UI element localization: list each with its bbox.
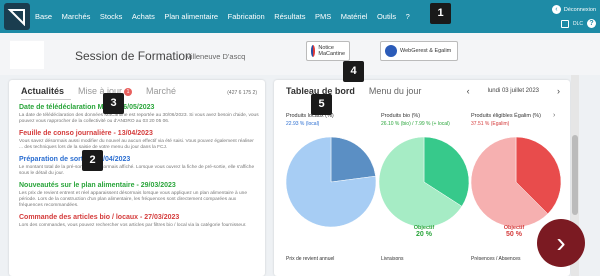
- news-item-text: Vous savez désormais aussi modifier du n…: [19, 139, 254, 150]
- session-header: Session de Formation Villeneuve D'ascq N…: [0, 33, 600, 75]
- chevron-right-icon: ›: [556, 227, 566, 258]
- chart-sub-bio: 26.10 % (bio) / 7.99 % (+ local): [381, 121, 450, 127]
- news-item-title[interactable]: Nouveautés sur le plan alimentaire - 29/…: [19, 182, 259, 189]
- chart-sub-egalim: 37.51 % (Egalim): [471, 121, 510, 127]
- widget-livraisons[interactable]: Livraisons: [381, 256, 404, 262]
- news-item[interactable]: Préparation de sortie - 04/04/2023 Le mo…: [19, 156, 259, 177]
- app-logo[interactable]: [4, 3, 30, 30]
- nav-item-outils[interactable]: Outils: [377, 12, 396, 21]
- logout-label: Déconnexion: [563, 6, 596, 13]
- active-tab-underline: [21, 99, 71, 100]
- webgerest-egalim-button[interactable]: WebGerest & Egalim: [380, 41, 458, 61]
- annotation-marker: 2: [82, 150, 103, 171]
- chart-title-bio: Produits bio (%): [381, 113, 421, 119]
- session-location: Villeneuve D'ascq: [186, 52, 246, 61]
- pie-slice-local[interactable]: [330, 136, 376, 183]
- chart-title-egalim: Produits éligibles Égalim (%): [471, 113, 541, 119]
- nav-item-fabrication[interactable]: Fabrication: [228, 12, 265, 21]
- news-item-text: Les prix de revient entrent et réel appa…: [19, 191, 247, 208]
- annotation-marker: 4: [343, 61, 364, 82]
- nav-item-base[interactable]: Base: [35, 12, 52, 21]
- chart-sub-local: 22.93 % (local): [286, 121, 320, 127]
- news-count: (427 6 175 2): [227, 90, 257, 96]
- news-item-text: La date de télédéclaration des données M…: [19, 113, 259, 124]
- news-item[interactable]: Feuille de conso journalière - 13/04/202…: [19, 130, 259, 151]
- prev-date-icon[interactable]: ‹: [467, 86, 470, 96]
- update-badge: 1: [124, 87, 133, 96]
- logout-icon: ‹: [551, 5, 561, 14]
- nav-item-help[interactable]: ?: [406, 12, 410, 21]
- news-item-text: Lors des commandes, vous pouvez recherch…: [19, 223, 247, 228]
- news-item[interactable]: Commande des articles bio / locaux - 27/…: [19, 214, 259, 229]
- annotation-marker: 5: [311, 94, 332, 115]
- chevron-right-icon[interactable]: ›: [553, 112, 555, 119]
- nav-item-plan-alimentaire[interactable]: Plan alimentaire: [164, 12, 218, 21]
- dashboard-tabs: Tableau de bord Menu du jour: [286, 86, 435, 96]
- news-item[interactable]: Date de télédéclaration Ma... - 16/05/20…: [19, 104, 259, 125]
- notice-macantine-label: Notice MaCantine: [318, 45, 346, 57]
- widget-presences[interactable]: Présences / Absences: [471, 256, 520, 262]
- top-navbar: Base Marchés Stocks Achats Plan alimenta…: [0, 0, 600, 33]
- news-list: Date de télédéclaration Ma... - 16/05/20…: [19, 104, 259, 234]
- pie-charts: [285, 136, 562, 228]
- top-right-actions: ‹ Déconnexion DLC ?: [526, 3, 596, 31]
- macantine-icon: [311, 45, 316, 57]
- tab-actualites[interactable]: Actualités: [21, 86, 64, 96]
- news-item-title[interactable]: Commande des articles bio / locaux - 27/…: [19, 214, 259, 221]
- nav-item-marches[interactable]: Marchés: [62, 12, 91, 21]
- tab-marche[interactable]: Marché: [146, 86, 176, 96]
- current-date: lundi 03 juillet 2023: [487, 88, 539, 94]
- tab-menu-du-jour[interactable]: Menu du jour: [369, 86, 422, 96]
- logout-button[interactable]: ‹ Déconnexion: [551, 5, 596, 14]
- news-item-title[interactable]: Date de télédéclaration Ma... - 16/05/20…: [19, 104, 259, 111]
- widget-prix-de-revient[interactable]: Prix de revient annuel: [286, 256, 334, 262]
- webgerest-egalim-label: WebGerest & Egalim: [400, 48, 452, 54]
- dlc-label[interactable]: DLC: [573, 21, 583, 27]
- calendar-icon[interactable]: [560, 19, 569, 28]
- nav-item-achats[interactable]: Achats: [132, 12, 155, 21]
- objective-bio-value: 20 %: [416, 231, 432, 238]
- nav-item-materiel[interactable]: Matériel: [341, 12, 368, 21]
- globe-icon: [385, 45, 397, 57]
- news-item-text: Le montant total de la pré-sortie est dé…: [19, 165, 255, 176]
- objective-egalim: Objectif 50 %: [494, 225, 534, 238]
- annotation-marker: 3: [103, 93, 124, 114]
- nav-item-pms[interactable]: PMS: [315, 12, 331, 21]
- news-panel: Actualités Mise à jour 1 Marché (427 6 17…: [9, 80, 265, 276]
- objective-bio: Objectif 20 %: [404, 225, 444, 238]
- next-step-button[interactable]: ›: [537, 219, 585, 267]
- objective-egalim-value: 50 %: [506, 231, 522, 238]
- news-item-title[interactable]: Préparation de sortie - 04/04/2023: [19, 156, 259, 163]
- annotation-marker: 1: [430, 3, 451, 24]
- help-icon[interactable]: ?: [587, 19, 596, 28]
- next-date-icon[interactable]: ›: [557, 86, 560, 96]
- news-item[interactable]: Nouveautés sur le plan alimentaire - 29/…: [19, 182, 259, 209]
- news-item-title[interactable]: Feuille de conso journalière - 13/04/202…: [19, 130, 259, 137]
- session-title: Session de Formation: [75, 49, 192, 63]
- notice-macantine-button[interactable]: Notice MaCantine: [306, 41, 350, 61]
- utility-icons: DLC ?: [560, 19, 596, 28]
- date-navigator: ‹ lundi 03 juillet 2023 ›: [467, 86, 560, 96]
- main-nav: Base Marchés Stocks Achats Plan alimenta…: [35, 0, 419, 33]
- scrollbar-thumb[interactable]: [572, 135, 578, 215]
- nav-item-resultats[interactable]: Résultats: [274, 12, 305, 21]
- nav-item-stocks[interactable]: Stocks: [100, 12, 123, 21]
- organization-logo: [10, 41, 44, 69]
